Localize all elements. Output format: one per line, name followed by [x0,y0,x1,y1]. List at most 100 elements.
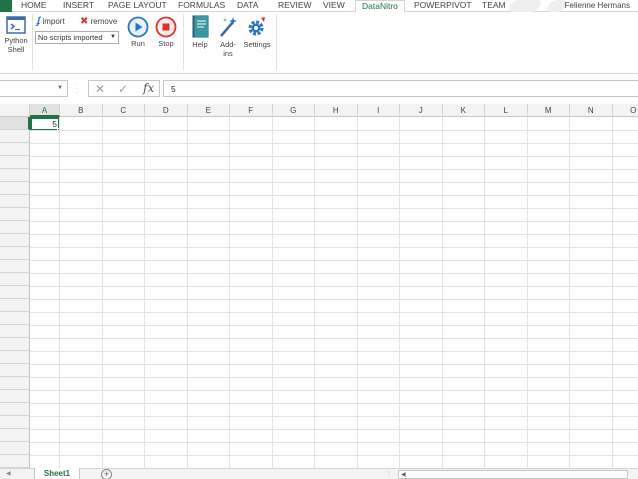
row-header[interactable] [0,312,30,325]
row-header[interactable] [0,325,30,338]
column-header-j[interactable]: J [400,104,443,117]
row-header[interactable] [0,221,30,234]
column-header-l[interactable]: L [485,104,528,117]
row-header[interactable] [0,143,30,156]
tab-team[interactable]: TEAM [482,0,506,12]
column-header-b[interactable]: B [60,104,103,117]
column-header-a[interactable]: A [30,104,60,117]
row-header[interactable] [0,195,30,208]
settings-button[interactable]: Settings [242,15,272,49]
run-button[interactable]: Run [125,16,151,48]
gridline-horizontal [30,221,638,222]
horizontal-scrollbar[interactable]: ◀ [398,470,628,479]
gridline-horizontal [30,416,638,417]
formula-bar: ▼ · · · ✕ ✓ fx 5 [0,80,638,99]
row-header[interactable] [0,442,30,455]
ribbon-datanitro: Python Shell ʄ import ✖ remove No script… [0,12,638,74]
select-all-corner[interactable] [0,104,30,117]
gridline-horizontal [30,455,638,456]
column-header-c[interactable]: C [103,104,145,117]
row-header[interactable] [0,208,30,221]
row-header[interactable] [0,403,30,416]
resize-dots[interactable]: · · · [76,82,79,96]
help-book-icon [192,15,209,38]
active-cell-a1[interactable]: 5 [30,117,60,131]
scripts-dropdown-value: No scripts imported [38,33,103,42]
row-header[interactable] [0,156,30,169]
scroll-left-icon[interactable]: ◀ [401,471,406,479]
tab-review[interactable]: REVIEW [278,0,312,12]
chevron-down-icon[interactable]: ▼ [57,85,63,91]
row-header[interactable] [0,299,30,312]
row-header[interactable] [0,273,30,286]
sheet-tab-sheet1[interactable]: Sheet1 [34,468,80,479]
name-box[interactable]: ▼ [0,80,68,97]
row-header[interactable] [0,416,30,429]
worksheet-grid[interactable]: ABCDEFGHIJKLMNO 5 [0,104,638,468]
column-header-f[interactable]: F [230,104,273,117]
formula-input[interactable]: 5 [163,80,638,97]
row-header[interactable] [0,182,30,195]
tab-home[interactable]: HOME [21,0,47,12]
group-separator [276,14,277,70]
add-sheet-button[interactable]: + [101,469,112,479]
row-header[interactable] [0,130,30,143]
column-header-k[interactable]: K [443,104,485,117]
column-header-e[interactable]: E [188,104,230,117]
remove-button[interactable]: ✖ remove [80,16,117,27]
column-header-h[interactable]: H [315,104,358,117]
stop-label: Stop [158,39,174,48]
row-header[interactable] [0,377,30,390]
import-button[interactable]: ʄ import [37,16,65,27]
column-header-d[interactable]: D [145,104,188,117]
stop-button[interactable]: Stop [153,16,179,48]
sheet-nav-left-icon[interactable]: ◀ [6,469,11,479]
gridline-horizontal [30,299,638,300]
add-ins-label-line1: Add- [220,40,236,49]
user-name[interactable]: Felienne Hermans [565,0,630,11]
insert-function-icon[interactable]: fx [143,81,154,95]
play-icon [127,16,149,38]
python-import-icon: ʄ [37,16,41,27]
row-header[interactable] [0,169,30,182]
tab-formulas[interactable]: FORMULAS [178,0,225,12]
gridline-horizontal [30,442,638,443]
scripts-dropdown[interactable]: No scripts imported ▼ [35,31,119,44]
column-header-m[interactable]: M [528,104,570,117]
tab-data[interactable]: DATA [237,0,258,12]
enter-check-icon[interactable]: ✓ [118,82,128,96]
column-header-n[interactable]: N [570,104,613,117]
tab-page-layout[interactable]: PAGE LAYOUT [108,0,167,12]
row-header[interactable] [0,117,30,130]
help-button[interactable]: Help [187,15,213,49]
help-label: Help [192,40,208,49]
run-label: Run [131,39,145,48]
cancel-icon[interactable]: ✕ [95,82,105,96]
row-header[interactable] [0,260,30,273]
row-header[interactable] [0,286,30,299]
add-ins-button[interactable]: Add- ins [215,15,241,58]
row-header[interactable] [0,390,30,403]
tab-view[interactable]: VIEW [323,0,345,12]
row-header[interactable] [0,455,30,468]
tab-split-handle[interactable]: ⋮ [386,470,392,477]
column-header-g[interactable]: G [273,104,315,117]
row-header[interactable] [0,429,30,442]
magic-wand-icon [220,17,237,37]
add-ins-label-line2: ins [223,49,233,58]
row-header[interactable] [0,338,30,351]
python-shell-button[interactable]: Python Shell [1,15,31,54]
file-tab[interactable] [0,0,12,12]
column-header-i[interactable]: I [358,104,400,117]
row-header[interactable] [0,234,30,247]
column-header-o[interactable]: O [613,104,638,117]
gridline-horizontal [30,312,638,313]
row-header[interactable] [0,247,30,260]
tab-powerpivot[interactable]: POWERPIVOT [414,0,472,12]
row-header[interactable] [0,364,30,377]
group-separator [32,14,33,70]
row-header[interactable] [0,351,30,364]
python-shell-label-line1: Python [4,36,28,45]
cell-area[interactable]: 5 [30,117,638,468]
tab-insert[interactable]: INSERT [63,0,94,12]
